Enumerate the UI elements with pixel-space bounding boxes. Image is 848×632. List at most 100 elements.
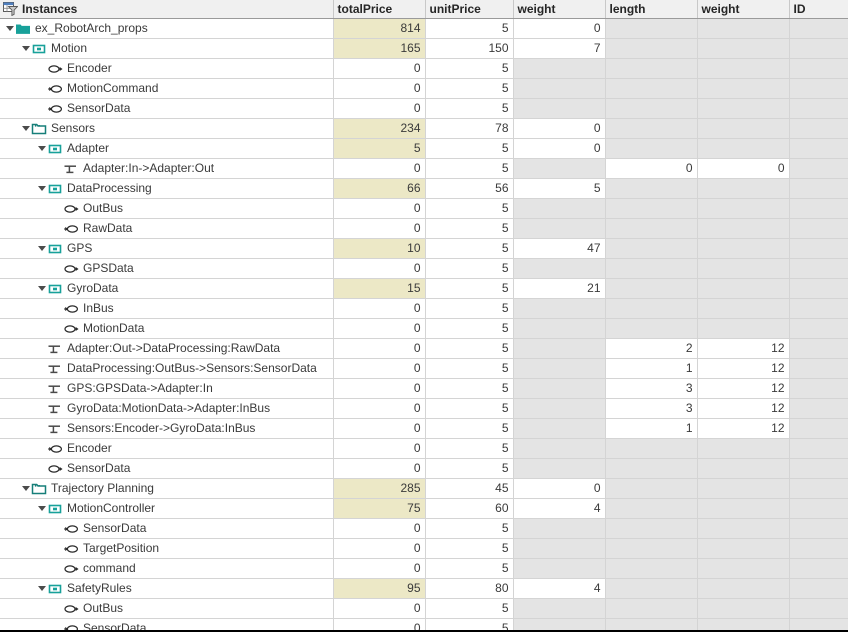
instance-name-cell[interactable]: OutBus: [0, 198, 334, 219]
instance-name-cell[interactable]: Adapter:In->Adapter:Out: [0, 158, 334, 179]
column-header-unitPrice[interactable]: unitPrice: [425, 0, 514, 19]
table-row[interactable]: InBus 0 5: [0, 298, 848, 319]
instance-name-cell[interactable]: DataProcessing: [0, 178, 334, 199]
column-header-length[interactable]: length: [605, 0, 698, 19]
table-row[interactable]: MotionController 75 60 4: [0, 498, 848, 519]
expand-collapse-arrow-icon[interactable]: [36, 179, 47, 198]
instance-name-cell[interactable]: MotionController: [0, 498, 334, 519]
expand-collapse-arrow-icon[interactable]: [36, 579, 47, 598]
cell-unitPrice[interactable]: 5: [425, 58, 514, 79]
cell-weight[interactable]: 0: [513, 478, 606, 499]
cell-unitPrice[interactable]: 5: [425, 298, 514, 319]
cell-unitPrice[interactable]: 5: [425, 78, 514, 99]
instance-name-cell[interactable]: MotionCommand: [0, 78, 334, 99]
table-row[interactable]: Adapter:Out->DataProcessing:RawData 0 5 2 12: [0, 338, 848, 359]
cell-totalPrice[interactable]: 0: [333, 358, 426, 379]
instance-name-cell[interactable]: Encoder: [0, 438, 334, 459]
cell-length[interactable]: 0: [605, 158, 698, 179]
cell-unitPrice[interactable]: 150: [425, 38, 514, 59]
instance-name-cell[interactable]: command: [0, 558, 334, 579]
cell-totalPrice[interactable]: 0: [333, 558, 426, 579]
cell-length[interactable]: 3: [605, 378, 698, 399]
cell-totalPrice[interactable]: 0: [333, 198, 426, 219]
instance-name-cell[interactable]: GPS:GPSData->Adapter:In: [0, 378, 334, 399]
cell-totalPrice[interactable]: 285: [333, 478, 426, 499]
cell-unitPrice[interactable]: 5: [425, 18, 514, 39]
expand-collapse-arrow-icon[interactable]: [4, 19, 15, 38]
cell-weight[interactable]: 4: [513, 578, 606, 599]
instance-name-cell[interactable]: GyroData: [0, 278, 334, 299]
table-row[interactable]: command 0 5: [0, 558, 848, 579]
instance-name-cell[interactable]: GPS: [0, 238, 334, 259]
cell-weight[interactable]: 47: [513, 238, 606, 259]
cell-weight2[interactable]: 0: [697, 158, 790, 179]
cell-unitPrice[interactable]: 5: [425, 378, 514, 399]
instance-name-cell[interactable]: OutBus: [0, 598, 334, 619]
expand-collapse-arrow-icon[interactable]: [36, 499, 47, 518]
cell-totalPrice[interactable]: 5: [333, 138, 426, 159]
table-filter-icon[interactable]: [3, 2, 19, 17]
table-row[interactable]: MotionCommand 0 5: [0, 78, 848, 99]
table-row[interactable]: GPS:GPSData->Adapter:In 0 5 3 12: [0, 378, 848, 399]
cell-unitPrice[interactable]: 5: [425, 418, 514, 439]
cell-unitPrice[interactable]: 5: [425, 138, 514, 159]
cell-unitPrice[interactable]: 5: [425, 198, 514, 219]
cell-unitPrice[interactable]: 5: [425, 218, 514, 239]
cell-totalPrice[interactable]: 95: [333, 578, 426, 599]
cell-unitPrice[interactable]: 45: [425, 478, 514, 499]
cell-weight2[interactable]: 12: [697, 418, 790, 439]
cell-unitPrice[interactable]: 5: [425, 98, 514, 119]
instance-name-cell[interactable]: Trajectory Planning: [0, 478, 334, 499]
cell-totalPrice[interactable]: 0: [333, 518, 426, 539]
table-row[interactable]: Adapter 5 5 0: [0, 138, 848, 159]
cell-unitPrice[interactable]: 5: [425, 278, 514, 299]
cell-totalPrice[interactable]: 0: [333, 458, 426, 479]
cell-unitPrice[interactable]: 5: [425, 518, 514, 539]
cell-weight[interactable]: 7: [513, 38, 606, 59]
cell-weight2[interactable]: 12: [697, 378, 790, 399]
cell-totalPrice[interactable]: 75: [333, 498, 426, 519]
instance-name-cell[interactable]: SafetyRules: [0, 578, 334, 599]
table-row[interactable]: MotionData 0 5: [0, 318, 848, 339]
cell-totalPrice[interactable]: 165: [333, 38, 426, 59]
table-row[interactable]: SensorData 0 5: [0, 98, 848, 119]
table-row[interactable]: SensorData 0 5: [0, 618, 848, 630]
expand-collapse-arrow-icon[interactable]: [36, 139, 47, 158]
cell-unitPrice[interactable]: 5: [425, 318, 514, 339]
cell-length[interactable]: 1: [605, 418, 698, 439]
cell-totalPrice[interactable]: 0: [333, 618, 426, 630]
cell-weight2[interactable]: 12: [697, 358, 790, 379]
table-row[interactable]: GPSData 0 5: [0, 258, 848, 279]
instance-name-cell[interactable]: SensorData: [0, 618, 334, 630]
cell-unitPrice[interactable]: 5: [425, 258, 514, 279]
table-row[interactable]: Motion 165 150 7: [0, 38, 848, 59]
instance-name-cell[interactable]: Sensors:Encoder->GyroData:InBus: [0, 418, 334, 439]
table-row[interactable]: Sensors 234 78 0: [0, 118, 848, 139]
instance-name-cell[interactable]: Encoder: [0, 58, 334, 79]
instance-name-cell[interactable]: Motion: [0, 38, 334, 59]
instance-name-cell[interactable]: Adapter: [0, 138, 334, 159]
cell-weight[interactable]: 0: [513, 18, 606, 39]
cell-totalPrice[interactable]: 0: [333, 158, 426, 179]
cell-unitPrice[interactable]: 5: [425, 238, 514, 259]
column-header-weight2[interactable]: weight: [697, 0, 790, 19]
cell-unitPrice[interactable]: 5: [425, 158, 514, 179]
cell-weight[interactable]: 0: [513, 138, 606, 159]
table-row[interactable]: SafetyRules 95 80 4: [0, 578, 848, 599]
expand-collapse-arrow-icon[interactable]: [20, 39, 31, 58]
table-row[interactable]: DataProcessing:OutBus->Sensors:SensorDat…: [0, 358, 848, 379]
instance-name-cell[interactable]: ex_RobotArch_props: [0, 18, 334, 39]
cell-totalPrice[interactable]: 0: [333, 398, 426, 419]
cell-length[interactable]: 3: [605, 398, 698, 419]
cell-unitPrice[interactable]: 5: [425, 338, 514, 359]
cell-unitPrice[interactable]: 78: [425, 118, 514, 139]
instance-name-cell[interactable]: MotionData: [0, 318, 334, 339]
cell-totalPrice[interactable]: 0: [333, 218, 426, 239]
cell-unitPrice[interactable]: 5: [425, 538, 514, 559]
column-header-weight[interactable]: weight: [513, 0, 606, 19]
table-row[interactable]: ex_RobotArch_props 814 5 0: [0, 18, 848, 39]
table-row[interactable]: GyroData:MotionData->Adapter:InBus 0 5 3 12: [0, 398, 848, 419]
cell-totalPrice[interactable]: 234: [333, 118, 426, 139]
expand-collapse-arrow-icon[interactable]: [20, 479, 31, 498]
instance-name-cell[interactable]: GPSData: [0, 258, 334, 279]
